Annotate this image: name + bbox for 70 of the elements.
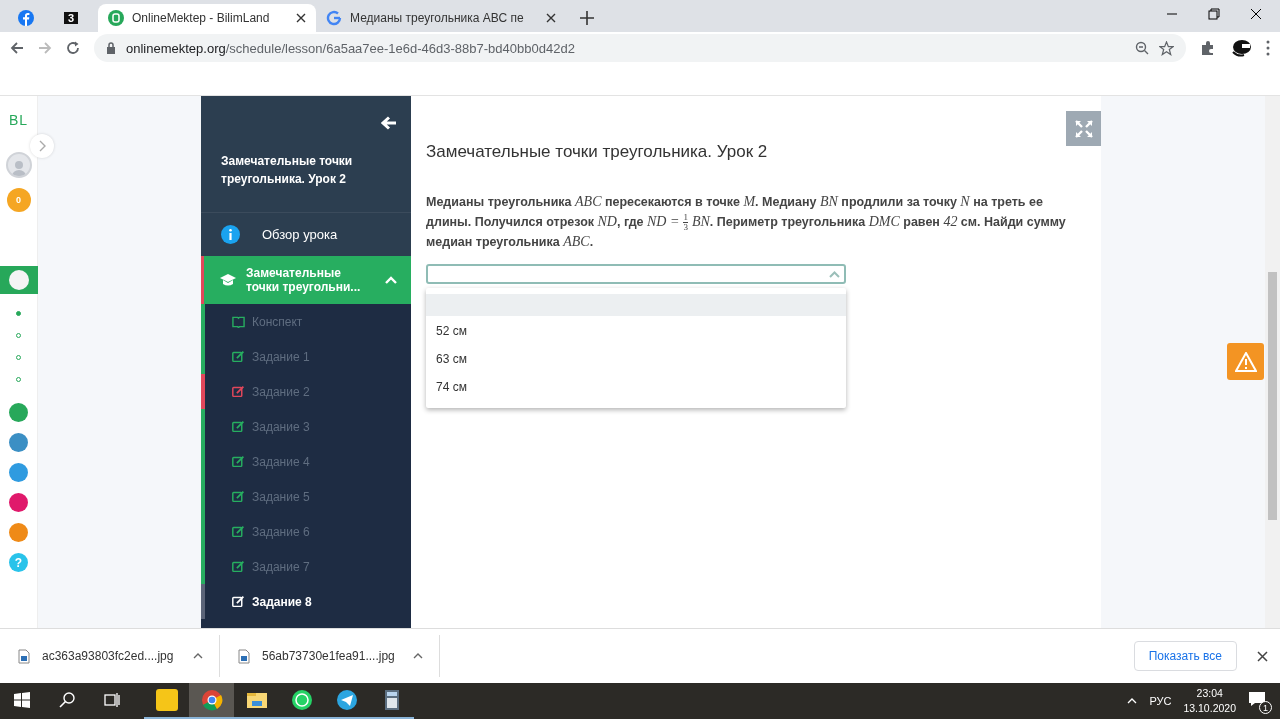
new-tab-icon[interactable] bbox=[580, 11, 594, 25]
browser-tab[interactable]: OnlineMektep - BilimLand bbox=[98, 4, 316, 32]
graduation-cap-icon bbox=[220, 273, 236, 287]
telegram-icon bbox=[335, 689, 358, 711]
chevron-right-icon bbox=[38, 140, 46, 152]
back-arrow-icon[interactable] bbox=[381, 116, 397, 130]
app-icon[interactable] bbox=[9, 403, 28, 422]
edit-icon bbox=[232, 385, 245, 398]
menu-icon[interactable] bbox=[1266, 40, 1270, 56]
overview-item[interactable]: Обзор урока bbox=[201, 213, 411, 256]
dropdown-option[interactable]: 63 см bbox=[426, 346, 846, 373]
chevron-up-icon bbox=[829, 270, 840, 278]
restore-icon[interactable] bbox=[1208, 8, 1220, 20]
download-item[interactable]: ac363a93803fc2ed....jpg bbox=[0, 635, 220, 677]
browser-tab[interactable]: Медианы треугольника АВС пе bbox=[316, 4, 566, 32]
dropdown-option[interactable]: 74 см bbox=[426, 374, 846, 401]
url-host: onlinemektep.org bbox=[126, 40, 226, 56]
person-icon bbox=[11, 160, 26, 176]
sidebar-item[interactable]: Задание 8 bbox=[201, 584, 411, 619]
notification-count: 1 bbox=[1259, 701, 1272, 714]
expand-icon bbox=[1074, 119, 1093, 138]
search-icon[interactable] bbox=[58, 692, 75, 708]
address-bar[interactable]: onlinemektep.org/schedule/lesson/6a5aa7ee-1e6d-46d3-88b7-bd40bb0d42d2 bbox=[94, 34, 1186, 62]
puzzle-icon[interactable] bbox=[1200, 40, 1216, 56]
close-icon[interactable] bbox=[546, 13, 556, 23]
show-all-button[interactable]: Показать все bbox=[1133, 641, 1237, 671]
edit-icon bbox=[232, 490, 245, 503]
site-icon bbox=[108, 10, 124, 26]
edit-icon bbox=[232, 525, 245, 538]
language-indicator[interactable]: РУС bbox=[1149, 695, 1172, 707]
caret-up-icon[interactable] bbox=[413, 653, 423, 659]
windows-icon[interactable] bbox=[14, 692, 30, 708]
close-icon[interactable] bbox=[1250, 8, 1262, 20]
caret-up-icon[interactable] bbox=[193, 653, 203, 659]
pinned-tab-label: 3 bbox=[64, 12, 79, 24]
info-icon bbox=[221, 225, 240, 244]
lesson-title: Замечательные точки треугольника. Урок 2 bbox=[221, 153, 354, 188]
url-path: /schedule/lesson/6a5aa7ee-1e6d-46d3-88b7-bd40bb0d42d2 bbox=[225, 40, 576, 56]
app-icon[interactable] bbox=[9, 493, 28, 512]
back-icon[interactable] bbox=[10, 41, 24, 55]
close-icon[interactable] bbox=[1257, 650, 1268, 662]
app-icon[interactable] bbox=[9, 433, 28, 452]
points-badge: 0 bbox=[6, 188, 31, 212]
edit-icon bbox=[232, 595, 245, 608]
book-icon bbox=[232, 315, 245, 328]
lock-icon bbox=[106, 42, 116, 54]
notification-icon[interactable] bbox=[1248, 691, 1266, 707]
edit-icon bbox=[232, 455, 245, 468]
app-icon[interactable] bbox=[9, 463, 28, 482]
google-icon bbox=[326, 10, 342, 26]
task-view-icon[interactable] bbox=[103, 692, 120, 708]
browser-tab[interactable]: 3 bbox=[54, 4, 98, 32]
facebook-icon bbox=[18, 10, 34, 26]
close-icon[interactable] bbox=[296, 13, 306, 23]
edit-icon bbox=[232, 420, 245, 433]
edit-icon bbox=[232, 350, 245, 363]
clock[interactable]: 23:04 13.10.2020 bbox=[1183, 686, 1236, 716]
star-icon[interactable] bbox=[1159, 40, 1174, 56]
lesson-heading: Замечательные точки треугольника. Урок 2 bbox=[426, 142, 769, 162]
zoom-out-icon[interactable] bbox=[1135, 41, 1149, 55]
rail-active-item[interactable] bbox=[0, 266, 38, 294]
edit-icon bbox=[232, 560, 245, 573]
chrome-icon bbox=[200, 689, 223, 711]
dropdown-option[interactable]: 52 см bbox=[426, 318, 846, 345]
reload-icon[interactable] bbox=[66, 41, 80, 55]
warning-icon bbox=[1234, 351, 1257, 372]
download-item[interactable]: 56ab73730e1fea91....jpg bbox=[220, 635, 440, 677]
image-file-icon bbox=[18, 648, 30, 664]
image-file-icon bbox=[238, 648, 250, 664]
app-icon[interactable] bbox=[9, 523, 28, 542]
